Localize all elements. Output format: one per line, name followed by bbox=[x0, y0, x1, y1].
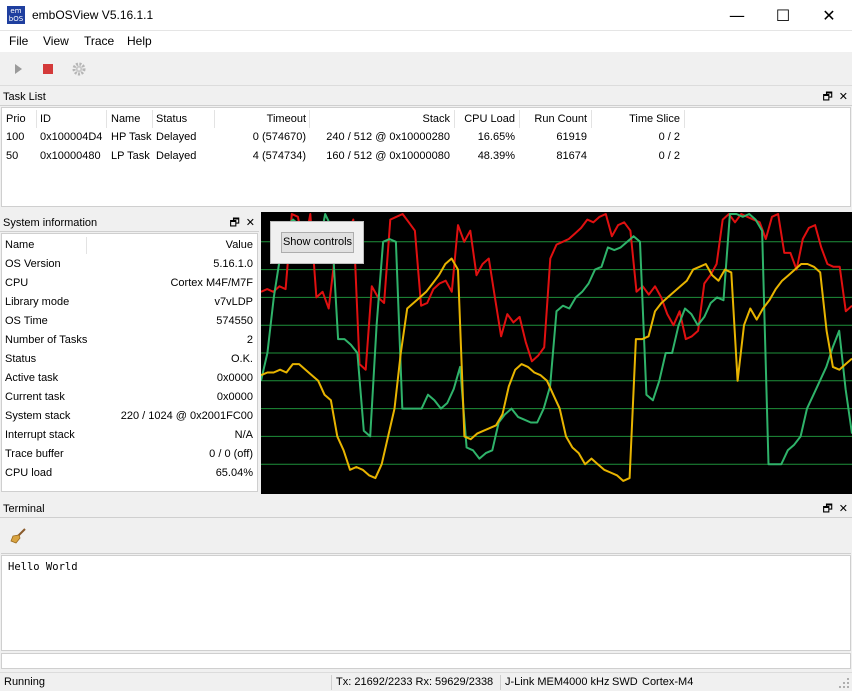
play-icon[interactable] bbox=[10, 61, 26, 77]
resize-grip-icon[interactable] bbox=[838, 677, 850, 689]
col-header-id[interactable]: ID bbox=[40, 113, 51, 125]
status-state: Running bbox=[4, 676, 45, 688]
sysinfo-row: Trace buffer 0 / 0 (off) bbox=[5, 448, 253, 460]
maximize-button[interactable]: ☐ bbox=[760, 0, 806, 31]
col-header-prio[interactable]: Prio bbox=[6, 113, 26, 125]
col-header-value[interactable]: Value bbox=[226, 239, 253, 251]
menu-bar: File View Trace Help bbox=[0, 31, 852, 52]
table-cell: 81674 bbox=[556, 150, 587, 162]
col-header-run-count[interactable]: Run Count bbox=[534, 113, 587, 125]
col-header-name[interactable]: Name bbox=[5, 239, 34, 251]
table-cell: 16.65% bbox=[477, 131, 515, 143]
menu-file[interactable]: File bbox=[9, 34, 28, 48]
col-header-timeout[interactable]: Timeout bbox=[267, 113, 306, 125]
toolbar bbox=[0, 52, 852, 86]
terminal-output[interactable]: Hello World bbox=[1, 555, 851, 651]
status-interface: SWD bbox=[612, 676, 638, 688]
graph-controls-box: Show controls bbox=[270, 221, 364, 264]
system-info-table: Name Value OS Version 5.16.1.0 CPU Cortex … bbox=[1, 233, 258, 492]
col-header-cpu-load[interactable]: CPU Load bbox=[464, 113, 515, 125]
minimize-button[interactable]: — bbox=[714, 0, 760, 31]
table-cell: 4 (574734) bbox=[252, 150, 306, 162]
terminal-input[interactable] bbox=[1, 653, 851, 669]
table-cell: 240 / 512 @ 0x10000280 bbox=[326, 131, 450, 143]
terminal-title: Terminal 🗗 ✕ bbox=[0, 500, 852, 518]
table-cell: 100 bbox=[6, 131, 25, 143]
table-cell: 0 (574670) bbox=[252, 131, 306, 143]
sysinfo-row: CPU Cortex M4F/M7F bbox=[5, 277, 253, 289]
sysinfo-header: Name Value bbox=[2, 236, 257, 255]
task-list-table: Prio ID Name Status Timeout Stack CPU Lo… bbox=[1, 107, 851, 207]
table-cell: Delayed bbox=[156, 150, 197, 162]
sysinfo-row: Status O.K. bbox=[5, 353, 253, 365]
table-cell: 50 bbox=[6, 150, 19, 162]
table-cell: 48.39% bbox=[477, 150, 515, 162]
table-cell: LP Task bbox=[111, 150, 150, 162]
col-header-name[interactable]: Name bbox=[111, 113, 140, 125]
sysinfo-row: Current task 0x0000 bbox=[5, 391, 253, 403]
system-info-title: System information 🗗 ✕ bbox=[0, 214, 259, 232]
dock-float-icon[interactable]: 🗗 bbox=[822, 502, 832, 515]
dock-float-icon[interactable]: 🗗 bbox=[822, 90, 832, 103]
table-cell: Delayed bbox=[156, 131, 197, 143]
sysinfo-row: Active task 0x0000 bbox=[5, 372, 253, 384]
menu-help[interactable]: Help bbox=[127, 34, 152, 48]
app-logo-icon: em bOS bbox=[7, 6, 25, 24]
table-cell: 0 / 2 bbox=[658, 150, 680, 162]
table-cell: HP Task bbox=[111, 131, 152, 143]
col-header-status[interactable]: Status bbox=[156, 113, 187, 125]
menu-view[interactable]: View bbox=[43, 34, 69, 48]
window-title: embOSView V5.16.1.1 bbox=[32, 8, 154, 22]
dock-close-icon[interactable]: ✕ bbox=[839, 502, 848, 515]
col-header-time-slice[interactable]: Time Slice bbox=[629, 113, 680, 125]
sysinfo-row: OS Time 574550 bbox=[5, 315, 253, 327]
dock-close-icon[interactable]: ✕ bbox=[839, 90, 848, 103]
status-txrx: Tx: 21692/2233 Rx: 59629/2338 bbox=[336, 676, 494, 688]
table-cell: 0 / 2 bbox=[658, 131, 680, 143]
stop-icon[interactable] bbox=[40, 61, 56, 77]
task-list-title: Task List 🗗 ✕ bbox=[0, 88, 852, 106]
close-button[interactable]: ✕ bbox=[806, 0, 852, 31]
status-bar: Running Tx: 21692/2233 Rx: 59629/2338 J-… bbox=[0, 672, 852, 691]
table-cell: 160 / 512 @ 0x10000080 bbox=[326, 150, 450, 162]
sysinfo-row: System stack 220 / 1024 @ 0x2001FC00 bbox=[5, 410, 253, 422]
status-connection: J-Link MEM bbox=[505, 676, 564, 688]
terminal-toolbar bbox=[1, 518, 851, 554]
status-core: Cortex-M4 bbox=[642, 676, 694, 688]
sysinfo-row: Library mode v7vLDP bbox=[5, 296, 253, 308]
table-cell: 0x100004D4 bbox=[40, 131, 103, 143]
status-speed: 4000 kHz bbox=[563, 676, 610, 688]
table-cell: 0x10000480 bbox=[40, 150, 101, 162]
gear-icon[interactable] bbox=[71, 61, 87, 77]
sysinfo-row: CPU load 65.04% bbox=[5, 467, 253, 479]
title-bar: em bOS embOSView V5.16.1.1 — ☐ ✕ bbox=[0, 0, 852, 31]
broom-icon[interactable] bbox=[10, 527, 28, 545]
dock-float-icon[interactable]: 🗗 bbox=[229, 216, 239, 229]
dock-close-icon[interactable]: ✕ bbox=[246, 216, 255, 229]
sysinfo-row: Interrupt stack N/A bbox=[5, 429, 253, 441]
table-cell: 61919 bbox=[556, 131, 587, 143]
col-header-stack[interactable]: Stack bbox=[422, 113, 450, 125]
sysinfo-row: Number of Tasks 2 bbox=[5, 334, 253, 346]
menu-trace[interactable]: Trace bbox=[84, 34, 114, 48]
sysinfo-row: OS Version 5.16.1.0 bbox=[5, 258, 253, 270]
show-controls-button[interactable]: Show controls bbox=[281, 232, 354, 253]
